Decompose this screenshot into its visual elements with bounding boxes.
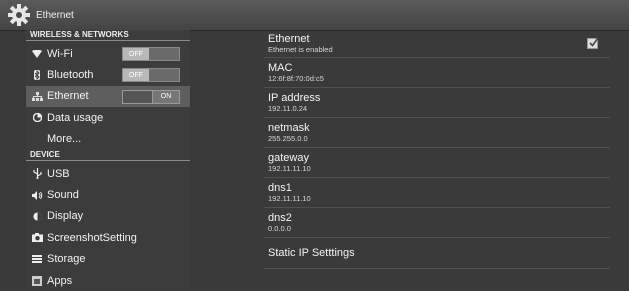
sidebar-item-label: Bluetooth (47, 69, 94, 82)
storage-icon (30, 255, 44, 264)
dns1-row: dns1 192.11.11.10 (264, 178, 610, 208)
sidebar-item-screenshot-setting[interactable]: ScreenshotSetting (26, 227, 190, 248)
bluetooth-icon (30, 70, 44, 81)
sidebar-item-label: Sound (47, 189, 79, 202)
sidebar-item-label: ScreenshotSetting (47, 231, 137, 244)
bluetooth-toggle[interactable]: OFF (122, 68, 180, 83)
gateway-row: gateway 192.11.11.10 (264, 148, 610, 178)
sidebar-item-more[interactable]: More... (26, 129, 190, 150)
display-icon (30, 212, 44, 221)
toggle-state: OFF (123, 69, 149, 82)
gear-icon (6, 2, 32, 28)
data-usage-icon (30, 113, 44, 123)
mac-title: MAC (268, 61, 293, 74)
sidebar-item-label: More... (47, 133, 82, 146)
dns2-row: dns2 0.0.0.0 (264, 208, 610, 238)
title-bar: Ethernet (0, 0, 629, 31)
section-header-wireless: WIRELESS & NETWORKS (26, 30, 190, 41)
sidebar-item-storage[interactable]: Storage (26, 249, 190, 270)
toggle-state: OFF (123, 48, 149, 60)
sidebar-item-label: Storage (47, 253, 86, 266)
wifi-toggle[interactable]: OFF (122, 47, 180, 61)
gateway-title: gateway (268, 151, 309, 164)
static-ip-settings-row[interactable]: Static IP Setttings (264, 238, 610, 269)
page-title: Ethernet (36, 9, 74, 21)
ethernet-checkbox[interactable] (587, 37, 599, 49)
static-ip-settings-title: Static IP Setttings (268, 247, 355, 259)
sound-icon (30, 190, 44, 200)
settings-sidebar: WIRELESS & NETWORKS Wi-Fi OFF Bluetooth … (26, 30, 190, 288)
sidebar-item-label: Apps (47, 274, 73, 287)
toggle-state: ON (152, 90, 179, 103)
ethernet-title: Ethernet (268, 32, 310, 45)
usb-icon (30, 168, 44, 180)
wifi-icon (30, 49, 44, 58)
ip-address-title: IP address (268, 91, 321, 104)
camera-icon (30, 233, 44, 243)
apps-icon (30, 275, 44, 286)
sidebar-item-sound[interactable]: Sound (26, 184, 190, 205)
ethernet-icon (30, 91, 44, 101)
sidebar-item-label: Display (47, 210, 84, 223)
sidebar-item-label: Wi-Fi (47, 47, 73, 60)
dns1-value: 192.11.11.10 (268, 193, 311, 203)
sidebar-item-wifi[interactable]: Wi-Fi OFF (26, 43, 190, 64)
ip-address-value: 192.11.0.24 (268, 103, 308, 113)
sidebar-item-bluetooth[interactable]: Bluetooth OFF (26, 64, 190, 85)
ethernet-enable-row[interactable]: Ethernet Ethernet is enabled (264, 30, 610, 58)
sidebar-item-label: Ethernet (47, 90, 89, 103)
sidebar-item-data-usage[interactable]: Data usage (26, 107, 190, 128)
mac-value: 12:6f:8f:70:0d:c5 (268, 73, 324, 83)
mac-row: MAC 12:6f:8f:70:0d:c5 (264, 58, 610, 88)
dns1-title: dns1 (268, 181, 292, 194)
sidebar-item-ethernet[interactable]: Ethernet ON (26, 85, 190, 108)
gateway-value: 192.11.11.10 (268, 163, 311, 173)
sidebar-item-label: Data usage (47, 111, 104, 124)
ethernet-summary: Ethernet is enabled (268, 44, 333, 54)
sidebar-item-label: USB (47, 167, 70, 180)
section-header-device: DEVICE (26, 150, 190, 161)
netmask-row: netmask 255.255.0.0 (264, 118, 610, 148)
netmask-title: netmask (268, 121, 310, 134)
dns2-title: dns2 (268, 211, 292, 224)
dns2-value: 0.0.0.0 (268, 223, 291, 233)
ethernet-toggle[interactable]: ON (122, 89, 180, 104)
sidebar-item-usb[interactable]: USB (26, 163, 190, 184)
ip-address-row: IP address 192.11.0.24 (264, 88, 610, 118)
netmask-value: 255.255.0.0 (268, 133, 308, 143)
sidebar-item-display[interactable]: Display (26, 206, 190, 227)
ethernet-detail-panel: Ethernet Ethernet is enabled MAC 12:6f:8… (264, 30, 610, 288)
